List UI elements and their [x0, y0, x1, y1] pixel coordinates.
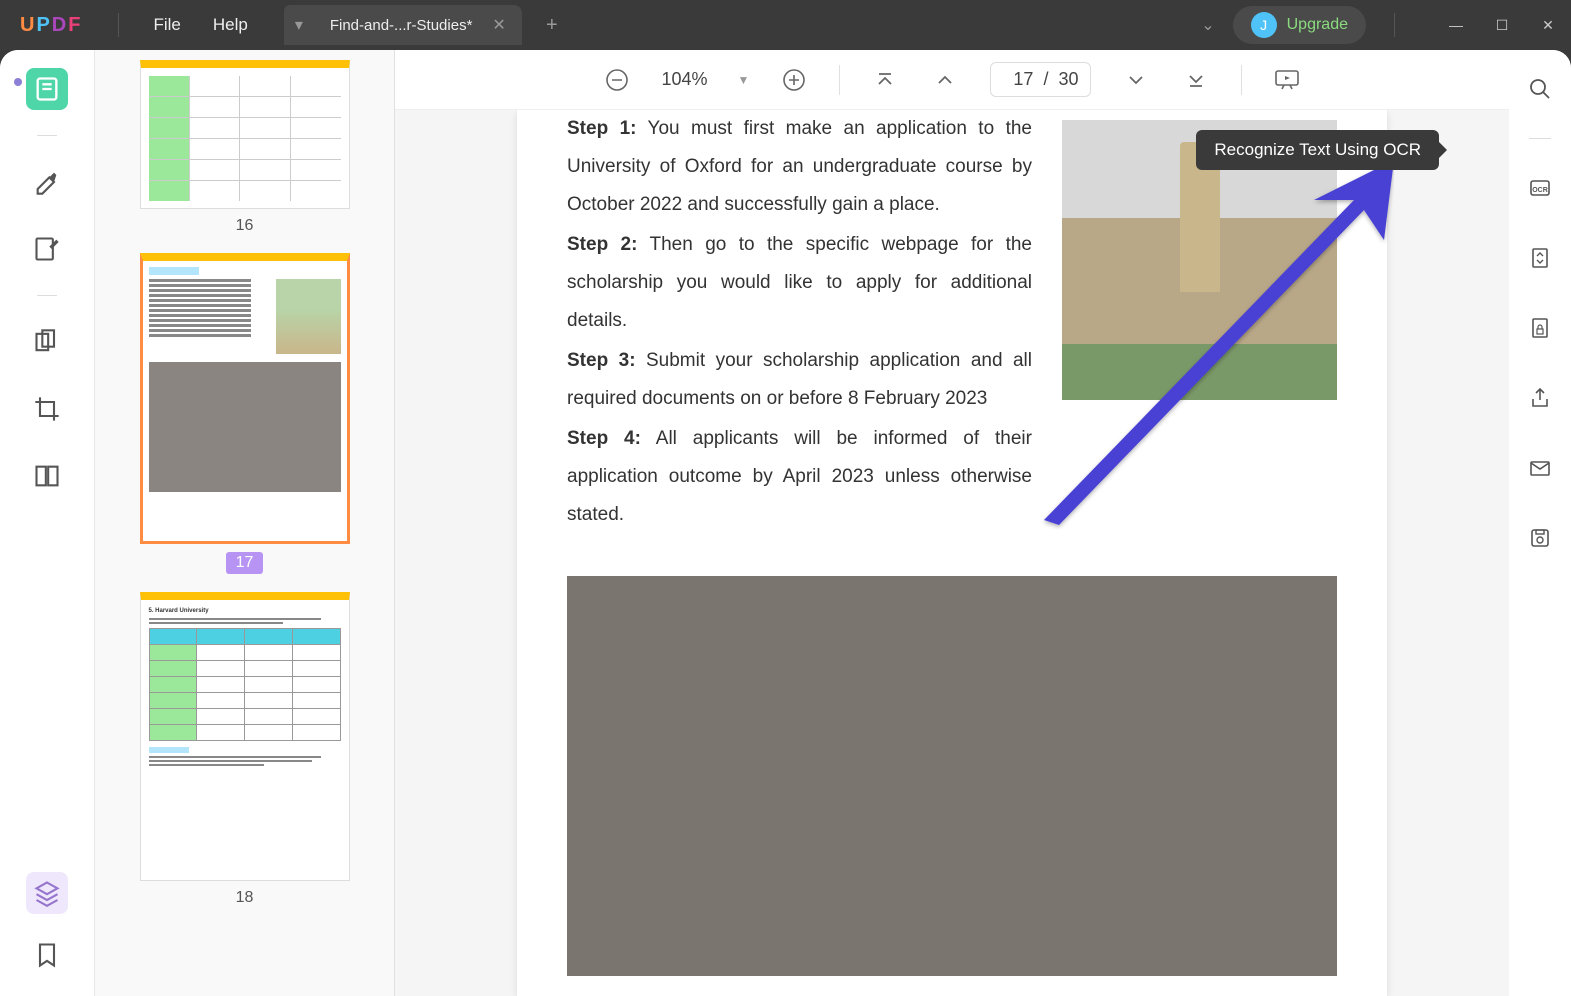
thumbnail-16[interactable]: 16: [95, 60, 394, 235]
right-toolbar: OCR: [1509, 50, 1571, 996]
thumbnail-18[interactable]: 5. Harvard University: [95, 592, 394, 907]
thumb-image: [276, 279, 341, 354]
share-button[interactable]: [1519, 377, 1561, 419]
protect-button[interactable]: [1519, 307, 1561, 349]
organize-button[interactable]: [26, 321, 68, 363]
chevron-down-icon[interactable]: ⌄: [1193, 7, 1222, 43]
tab-dropdown-icon[interactable]: ▾: [284, 5, 314, 45]
edit-button[interactable]: [26, 228, 68, 270]
highlight-button[interactable]: [26, 161, 68, 203]
minimize-button[interactable]: —: [1443, 12, 1469, 38]
save-button[interactable]: [1519, 517, 1561, 559]
indicator-dot: [14, 78, 22, 86]
search-icon: [1528, 77, 1552, 101]
upgrade-label: Upgrade: [1287, 16, 1348, 34]
tab-title: Find-and-...r-Studies*: [330, 17, 473, 34]
pages-icon: [33, 328, 61, 356]
ocr-tooltip: Recognize Text Using OCR: [1196, 130, 1439, 170]
last-page-button[interactable]: [1181, 65, 1211, 95]
book-icon: [33, 75, 61, 103]
lock-file-icon: [1528, 316, 1552, 340]
layers-button[interactable]: [26, 872, 68, 914]
bookmark-button[interactable]: [26, 934, 68, 976]
chevron-up-icon: [935, 70, 955, 90]
svg-text:OCR: OCR: [1532, 187, 1548, 194]
document-page: Step 1: You must first make an applicati…: [517, 110, 1387, 996]
zoom-out-button[interactable]: [602, 65, 632, 95]
menu-help[interactable]: Help: [197, 9, 264, 41]
thumbnail-number: 17: [226, 552, 264, 574]
bookmark-icon: [33, 941, 61, 969]
document-toolbar: 104% ▼ / 30: [395, 50, 1509, 110]
minus-circle-icon: [605, 68, 629, 92]
zoom-dropdown-icon[interactable]: ▼: [738, 73, 750, 87]
share-icon: [1528, 386, 1552, 410]
title-bar: UPDF File Help ▾ Find-and-...r-Studies* …: [0, 0, 1571, 50]
upgrade-button[interactable]: J Upgrade: [1233, 6, 1366, 44]
app-logo: UPDF: [20, 14, 80, 37]
thumbnail-17[interactable]: 17: [95, 253, 394, 574]
separator: [1241, 65, 1242, 95]
close-icon[interactable]: ✕: [492, 15, 505, 35]
document-image-students: [567, 576, 1337, 976]
crop-icon: [33, 395, 61, 423]
left-toolbar: [0, 50, 95, 996]
avatar: J: [1251, 12, 1277, 38]
divider: [118, 13, 119, 37]
menu-file[interactable]: File: [137, 9, 196, 41]
zoom-value: 104%: [662, 69, 708, 90]
document-tab[interactable]: Find-and-...r-Studies* ✕: [314, 5, 522, 45]
close-window-button[interactable]: ✕: [1535, 12, 1561, 38]
page-input[interactable]: / 30: [990, 62, 1091, 97]
thumbnail-panel: 16 17 5. Harvard University: [95, 50, 395, 996]
marker-icon: [33, 168, 61, 196]
convert-button[interactable]: [1519, 237, 1561, 279]
plus-circle-icon: [782, 68, 806, 92]
page-number-field[interactable]: [1003, 69, 1033, 90]
thumb-section: [149, 267, 199, 275]
separator: [37, 135, 57, 136]
chevron-up-bar-icon: [875, 70, 895, 90]
crop-button[interactable]: [26, 388, 68, 430]
document-viewport[interactable]: Step 1: You must first make an applicati…: [395, 110, 1509, 996]
thumbnail-number: 16: [236, 217, 254, 235]
maximize-button[interactable]: ☐: [1489, 12, 1515, 38]
compare-button[interactable]: [26, 455, 68, 497]
divider: [1394, 13, 1395, 37]
zoom-in-button[interactable]: [779, 65, 809, 95]
separator: [1529, 138, 1551, 139]
chevron-down-bar-icon: [1186, 70, 1206, 90]
first-page-button[interactable]: [870, 65, 900, 95]
main-area: 16 17 5. Harvard University: [0, 50, 1571, 996]
layers-icon: [33, 879, 61, 907]
thumb-image: [149, 362, 341, 492]
mail-icon: [1528, 456, 1552, 480]
add-tab-button[interactable]: +: [532, 5, 572, 45]
search-button[interactable]: [1519, 68, 1561, 110]
save-icon: [1528, 526, 1552, 550]
next-page-button[interactable]: [1121, 65, 1151, 95]
chevron-down-icon: [1126, 70, 1146, 90]
convert-icon: [1528, 246, 1552, 270]
email-button[interactable]: [1519, 447, 1561, 489]
compare-icon: [33, 462, 61, 490]
page-separator: /: [1043, 69, 1048, 90]
edit-icon: [33, 235, 61, 263]
separator: [37, 295, 57, 296]
document-area: 104% ▼ / 30 Step 1: You must first make …: [395, 50, 1509, 996]
ocr-icon: OCR: [1528, 176, 1552, 200]
presentation-button[interactable]: [1272, 65, 1302, 95]
prev-page-button[interactable]: [930, 65, 960, 95]
reader-mode-button[interactable]: [26, 68, 68, 110]
document-text: Step 1: You must first make an applicati…: [567, 110, 1032, 536]
presentation-icon: [1274, 69, 1300, 91]
thumbnail-number: 18: [236, 889, 254, 907]
page-total: 30: [1058, 69, 1078, 90]
ocr-button[interactable]: OCR: [1519, 167, 1561, 209]
separator: [839, 65, 840, 95]
